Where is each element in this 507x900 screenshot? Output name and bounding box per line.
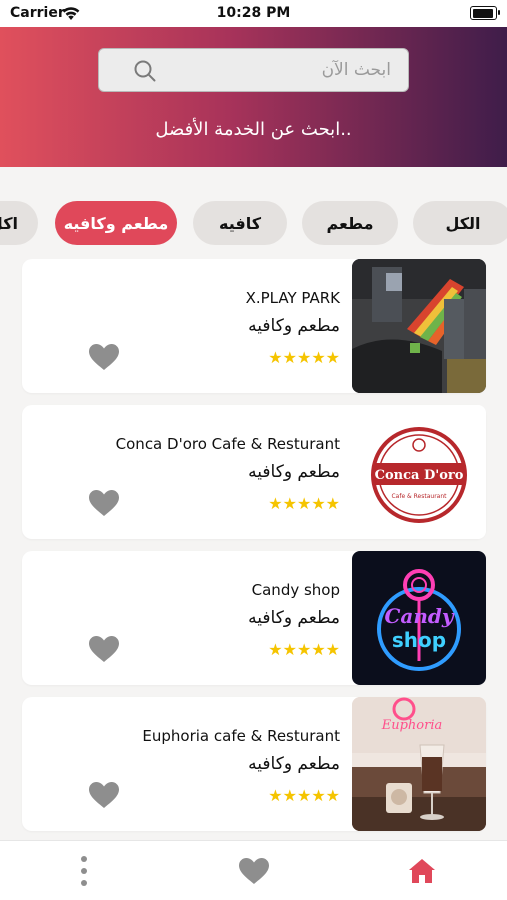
logo-text: Conca D'oro xyxy=(375,468,464,483)
tab-bar xyxy=(0,840,507,900)
logo-subtext: Cafe & Restaurant xyxy=(391,493,447,500)
rating-stars: ★★★★★ xyxy=(268,786,340,805)
sign-text-top: Candy xyxy=(384,604,454,628)
rating-stars: ★★★★★ xyxy=(268,348,340,367)
favorite-heart-icon[interactable] xyxy=(88,781,120,809)
favorite-heart-icon[interactable] xyxy=(88,343,120,371)
clock: 10:28 PM xyxy=(216,5,291,21)
place-name: Conca D'oro Cafe & Resturant xyxy=(115,435,340,453)
place-card[interactable]: Euphoria Euphoria cafe & Resturant مطعم … xyxy=(22,697,486,831)
search-icon[interactable] xyxy=(133,59,157,83)
battery-icon xyxy=(470,6,500,20)
home-icon xyxy=(409,859,435,883)
tab-more[interactable] xyxy=(64,853,104,889)
place-category: مطعم وكافيه xyxy=(248,316,340,336)
place-card[interactable]: Conca D'oro Cafe & Restaurant Conca D'or… xyxy=(22,405,486,539)
search-input[interactable] xyxy=(159,55,391,85)
sign-text: Euphoria xyxy=(381,718,443,733)
tab-home[interactable] xyxy=(402,853,442,889)
search-box[interactable] xyxy=(98,48,409,92)
chip-cafe[interactable]: كافيه xyxy=(193,201,287,245)
favorites-icon xyxy=(239,858,269,884)
chip-restaurant[interactable]: مطعم xyxy=(302,201,398,245)
rating-stars: ★★★★★ xyxy=(268,640,340,659)
favorite-heart-icon[interactable] xyxy=(88,635,120,663)
chip-food[interactable]: اكل xyxy=(0,201,38,245)
place-thumbnail: Euphoria xyxy=(352,697,486,831)
place-card[interactable]: X.PLAY PARK مطعم وكافيه ★★★★★ xyxy=(22,259,486,393)
chip-all[interactable]: الكل xyxy=(413,201,507,245)
place-name: Candy shop xyxy=(251,581,340,599)
place-name: X.PLAY PARK xyxy=(245,289,340,307)
place-name: Euphoria cafe & Resturant xyxy=(142,727,340,745)
category-chips: الكل مطعم كافيه مطعم وكافيه اكل xyxy=(0,201,507,247)
favorite-heart-icon[interactable] xyxy=(88,489,120,517)
places-list: X.PLAY PARK مطعم وكافيه ★★★★★ Conca D'or… xyxy=(0,259,507,834)
place-category: مطعم وكافيه xyxy=(248,608,340,628)
place-category: مطعم وكافيه xyxy=(248,462,340,482)
sign-text-bottom: shop xyxy=(392,628,446,652)
place-thumbnail: Candy shop xyxy=(352,551,486,685)
place-category: مطعم وكافيه xyxy=(248,754,340,774)
place-card[interactable]: Candy shop Candy shop مطعم وكافيه ★★★★★ xyxy=(22,551,486,685)
more-icon xyxy=(81,856,87,886)
rating-stars: ★★★★★ xyxy=(268,494,340,513)
hero-tagline: ابحث عن الخدمة الأفضل.. xyxy=(155,119,352,140)
search-header: ابحث عن الخدمة الأفضل.. xyxy=(0,27,507,167)
tab-favorites[interactable] xyxy=(234,853,274,889)
status-bar: Carrier 10:28 PM xyxy=(0,0,507,27)
place-thumbnail: Conca D'oro Cafe & Restaurant xyxy=(352,405,486,539)
chip-restaurant-cafe[interactable]: مطعم وكافيه xyxy=(55,201,177,245)
place-thumbnail xyxy=(352,259,486,393)
